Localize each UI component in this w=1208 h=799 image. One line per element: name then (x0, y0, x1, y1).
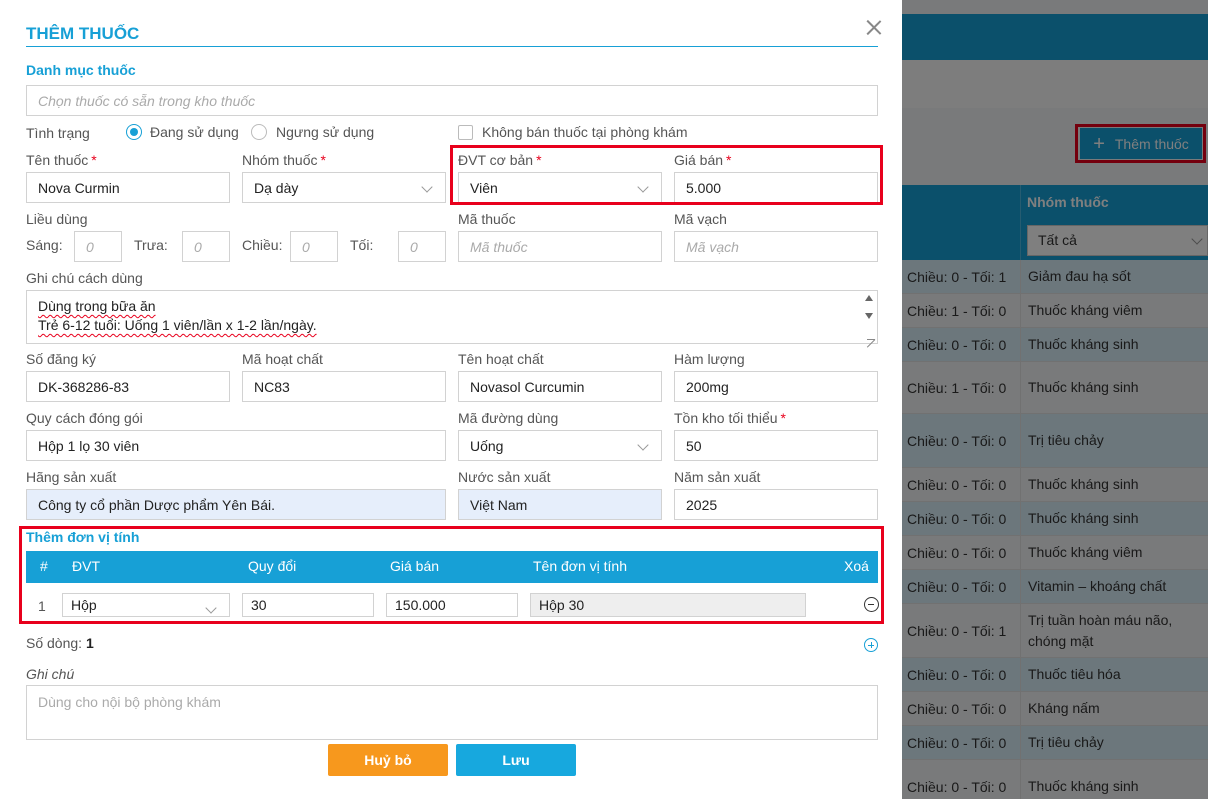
notes-label: Ghi chú (26, 666, 75, 682)
morning-label: Sáng: (26, 237, 63, 253)
row-count-label: Số dòng: (26, 635, 83, 651)
evening-dose-input[interactable]: 0 (398, 231, 446, 262)
ingredient-code-input[interactable]: NC83 (242, 371, 446, 402)
base-unit-label-text: ĐVT cơ bản (458, 152, 534, 168)
drug-code-label: Mã thuốc (458, 211, 516, 227)
price-label: Giá bán * (674, 152, 732, 168)
morning-dose-input[interactable]: 0 (74, 231, 122, 262)
col-no: # (40, 558, 48, 574)
ingredient-code-label: Mã hoạt chất (242, 351, 323, 367)
status-active-label: Đang sử dụng (150, 124, 239, 140)
reg-no-label: Số đăng ký (26, 351, 97, 367)
barcode-input[interactable]: Mã vạch (674, 231, 878, 262)
scroll-up-icon[interactable] (865, 295, 873, 301)
strength-label: Hàm lượng (674, 351, 745, 367)
afternoon-dose-input[interactable]: 0 (290, 231, 338, 262)
dosage-label: Liều dùng (26, 211, 88, 227)
drug-group-select[interactable]: Dạ dày (242, 172, 446, 203)
row-count: Số dòng: 1 (26, 635, 94, 651)
units-section-title: Thêm đơn vị tính (26, 529, 140, 545)
col-unit-name: Tên đơn vị tính (533, 558, 628, 574)
add-drug-modal: THÊM THUỐC Danh mục thuốc Chọn thuốc có … (0, 0, 902, 799)
noon-dose-input[interactable]: 0 (182, 231, 230, 262)
usage-note-textarea[interactable]: Dùng trong bữa ăn Trẻ 6-12 tuổi: Uống 1 … (26, 290, 878, 344)
route-label: Mã đường dùng (458, 410, 559, 426)
strength-input[interactable]: 200mg (674, 371, 878, 402)
status-inactive-label: Ngưng sử dụng (276, 124, 375, 140)
catalog-section-title: Danh mục thuốc (26, 62, 136, 78)
drug-group-label: Nhóm thuốc * (242, 152, 326, 168)
min-stock-label-text: Tồn kho tối thiểu (674, 410, 778, 426)
not-sold-label: Không bán thuốc tại phòng khám (482, 124, 688, 140)
unit-row-name-input[interactable]: Hộp 30 (530, 593, 806, 617)
status-label: Tình trạng (26, 125, 90, 141)
drug-name-input[interactable]: Nova Curmin (26, 172, 230, 203)
catalog-search-input[interactable]: Chọn thuốc có sẵn trong kho thuốc (26, 85, 878, 116)
price-label-text: Giá bán (674, 152, 724, 168)
usage-note-line: Dùng trong bữa ăn (38, 298, 156, 314)
drug-name-label-text: Tên thuốc (26, 152, 89, 168)
price-input[interactable]: 5.000 (674, 172, 878, 203)
year-label: Năm sản xuất (674, 469, 761, 485)
scroll-down-icon[interactable] (865, 313, 873, 319)
ingredient-name-input[interactable]: Novasol Curcumin (458, 371, 662, 402)
close-icon[interactable] (864, 18, 884, 38)
col-unit: ĐVT (72, 558, 100, 574)
cancel-button[interactable]: Huỷ bỏ (328, 744, 448, 776)
col-price: Giá bán (390, 558, 440, 574)
evening-label: Tối: (350, 237, 374, 253)
route-select[interactable]: Uống (458, 430, 662, 461)
afternoon-label: Chiều: (242, 237, 283, 253)
year-input[interactable]: 2025 (674, 489, 878, 520)
barcode-label: Mã vạch (674, 211, 727, 227)
manufacturer-label: Hãng sản xuất (26, 469, 117, 485)
status-inactive-radio[interactable] (251, 124, 267, 140)
col-delete: Xoá (844, 558, 869, 574)
manufacturer-input[interactable]: Công ty cổ phần Dược phẩm Yên Bái. (26, 489, 446, 520)
title-divider (26, 46, 878, 47)
base-unit-label: ĐVT cơ bản * (458, 152, 542, 168)
resize-grip-icon[interactable] (867, 332, 875, 340)
drug-name-label: Tên thuốc * (26, 152, 97, 168)
reg-no-input[interactable]: DK-368286-83 (26, 371, 230, 402)
country-label: Nước sản xuất (458, 469, 551, 485)
noon-label: Trưa: (134, 237, 168, 253)
packaging-label: Quy cách đóng gói (26, 410, 143, 426)
remove-row-icon[interactable] (864, 597, 879, 612)
min-stock-label: Tồn kho tối thiểu * (674, 410, 786, 426)
unit-row-number: 1 (38, 598, 46, 614)
drug-group-label-text: Nhóm thuốc (242, 152, 318, 168)
drug-code-input[interactable]: Mã thuốc (458, 231, 662, 262)
country-input[interactable]: Việt Nam (458, 489, 662, 520)
unit-row-price-input[interactable]: 150.000 (386, 593, 518, 617)
usage-note-label: Ghi chú cách dùng (26, 270, 143, 286)
unit-row-unit-select[interactable]: Hộp (62, 593, 230, 617)
base-unit-select[interactable]: Viên (458, 172, 662, 203)
not-sold-checkbox[interactable] (458, 125, 473, 140)
textarea-scrollbar[interactable] (861, 291, 877, 343)
ingredient-name-label: Tên hoạt chất (458, 351, 544, 367)
packaging-input[interactable]: Hộp 1 lọ 30 viên (26, 430, 446, 461)
status-active-radio[interactable] (126, 124, 142, 140)
usage-note-line: Trẻ 6-12 tuổi: Uống 1 viên/lần x 1-2 lần… (38, 317, 317, 333)
notes-textarea[interactable]: Dùng cho nội bộ phòng khám (26, 685, 878, 740)
unit-row-conversion-input[interactable]: 30 (242, 593, 374, 617)
add-row-icon[interactable] (864, 638, 878, 652)
units-table-header: # ĐVT Quy đổi Giá bán Tên đơn vị tính Xo… (26, 551, 878, 583)
min-stock-input[interactable]: 50 (674, 430, 878, 461)
col-conversion: Quy đổi (248, 558, 297, 574)
row-count-value: 1 (85, 635, 94, 651)
modal-title: THÊM THUỐC (26, 24, 140, 43)
save-button[interactable]: Lưu (456, 744, 576, 776)
